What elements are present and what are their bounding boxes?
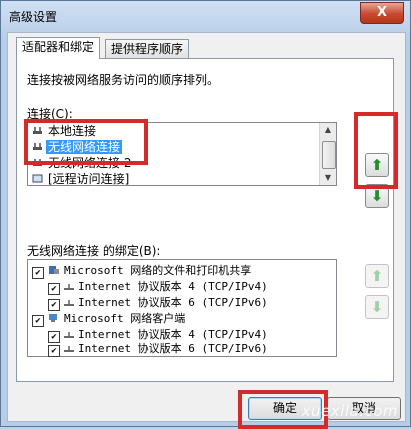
arrow-down-icon: ⬇ [370,187,384,205]
checkbox[interactable]: ✔ [48,283,60,295]
title-bar: 高级设置 X [1,1,410,31]
connection-label: 本地连接 [48,124,97,138]
binding-label: Internet 协议版本 4 (TCP/IPv4) [78,328,268,341]
binding-move-up-button[interactable]: ⬆ [365,264,389,288]
binding-item[interactable]: ✔ Internet 协议版本 6 (TCP/IPv6) [48,295,268,311]
dialog-body: 适配器和绑定 提供程序顺序 连接按被网络服务访问的顺序排列。 连接(C): 本地… [7,32,406,422]
checkbox[interactable]: ✔ [48,345,60,357]
scroll-up-icon[interactable]: ▲ [321,123,335,137]
bindings-tree[interactable]: ✔ Microsoft 网络的文件和打印机共享 ✔ Internet 协议版本 4 … [27,259,337,357]
file-printer-sharing-icon [49,266,59,274]
list-item[interactable]: 无线网络连接 [28,139,318,155]
connection-label: 无线网络连接 2 [48,156,132,170]
protocol-icon [64,284,74,290]
list-item[interactable]: [远程访问连接] [28,171,318,186]
connections-scrollbar[interactable]: ▲ ▼ [319,123,336,185]
binding-label: Internet 协议版本 4 (TCP/IPv4) [78,280,268,293]
window-title: 高级设置 [9,10,58,24]
binding-label: Microsoft 网络客户端 [64,312,186,325]
binding-item[interactable]: ✔ Internet 协议版本 6 (TCP/IPv6) [48,342,268,357]
binding-item[interactable]: ✔ Microsoft 网络客户端 [32,311,185,327]
list-item[interactable]: 无线网络连接 2 [28,155,318,171]
remote-access-icon [32,174,43,183]
network-connection-icon [33,127,42,134]
binding-label: Internet 协议版本 6 (TCP/IPv6) [78,342,268,355]
connections-list[interactable]: 本地连接 无线网络连接 无线网络连接 2 [远程访问连接] ▲ ▼ [27,122,337,186]
list-item[interactable]: 本地连接 [28,123,318,139]
connections-label: 连接(C): [27,107,73,121]
binding-item[interactable]: ✔ Microsoft 网络的文件和打印机共享 [32,263,251,279]
protocol-icon [64,332,74,338]
arrow-up-icon: ⬆ [370,267,384,285]
checkbox[interactable]: ✔ [32,315,44,327]
move-up-button[interactable]: ⬆ [365,153,389,177]
binding-item[interactable]: ✔ Internet 协议版本 4 (TCP/IPv4) [48,327,268,343]
network-connection-icon [33,143,42,150]
advanced-settings-dialog: 高级设置 X 适配器和绑定 提供程序顺序 连接按被网络服务访问的顺序排列。 连接… [0,0,411,429]
protocol-icon [64,300,74,306]
move-down-button[interactable]: ⬇ [365,184,389,208]
binding-label: Microsoft 网络的文件和打印机共享 [64,264,252,277]
arrow-down-icon: ⬇ [370,298,384,316]
binding-move-down-button[interactable]: ⬇ [365,295,389,319]
scroll-thumb[interactable] [322,141,336,169]
checkbox[interactable]: ✔ [48,331,60,343]
network-client-icon [49,314,57,322]
description-text: 连接按被网络服务访问的顺序排列。 [27,73,220,87]
binding-label: Internet 协议版本 6 (TCP/IPv6) [78,296,268,309]
connection-label: [远程访问连接] [48,172,130,186]
binding-item[interactable]: ✔ Internet 协议版本 4 (TCP/IPv4) [48,279,268,295]
checkbox[interactable]: ✔ [48,299,60,311]
protocol-icon [64,346,74,352]
arrow-up-icon: ⬆ [370,156,384,174]
tab-provider-order[interactable]: 提供程序顺序 [105,39,190,59]
network-connection-icon [33,159,42,166]
close-button[interactable]: X [360,2,404,24]
tab-panel: 连接按被网络服务访问的顺序排列。 连接(C): 本地连接 无线网络连接 无线网络… [16,58,394,382]
scroll-down-icon[interactable]: ▼ [321,171,335,185]
bindings-label: 无线网络连接 的绑定(B): [27,244,161,258]
checkbox[interactable]: ✔ [32,267,44,279]
tab-adapters-bindings[interactable]: 适配器和绑定 [16,37,101,59]
connection-label: 无线网络连接 [46,140,123,154]
watermark-text: xuexila.com [301,402,398,420]
